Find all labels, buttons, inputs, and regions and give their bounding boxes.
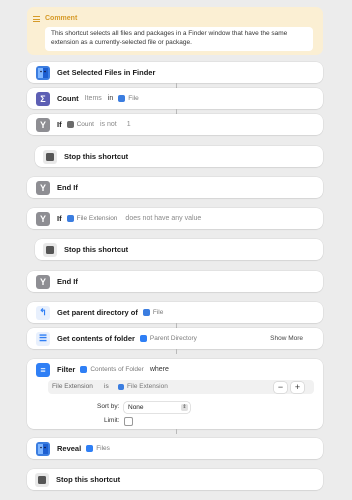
branch-icon: Y [36,274,50,289]
action-title: Count [57,94,79,103]
filter-icon: ≡ [36,362,50,377]
comment-text[interactable]: This shortcut selects all files and pack… [45,27,313,51]
action-count[interactable]: Σ Count Items in File [27,88,323,109]
action-title: Get parent directory of [57,308,138,317]
action-get-contents-of-folder[interactable]: ☰ Get contents of folder Parent Director… [27,328,323,349]
action-end-if[interactable]: Y End If [27,271,323,292]
finder-icon [36,65,50,80]
finder-icon [142,309,150,316]
comment-lines-icon [33,16,40,22]
connector [176,349,177,354]
action-get-parent-directory[interactable]: ↰ Get parent directory of File [27,302,323,323]
file-extension-token[interactable]: File Extension [66,215,117,222]
action-stop-shortcut[interactable]: Stop this shortcut [35,239,323,260]
files-token[interactable]: Files [86,445,110,452]
finder-icon [36,441,50,456]
action-title: End If [57,183,78,192]
action-reveal[interactable]: Reveal Files [27,438,323,459]
action-get-selected-files[interactable]: Get Selected Files in Finder [27,62,323,83]
comment-card[interactable]: Comment This shortcut selects all files … [27,7,323,55]
action-title: If [57,214,62,223]
rule-field[interactable]: File Extension [52,383,93,390]
action-stop-shortcut[interactable]: Stop this shortcut [27,469,323,490]
parent-directory-token[interactable]: Parent Directory [139,335,197,342]
condition-param[interactable]: does not have any value [125,215,201,222]
filter-icon [86,445,94,452]
value-param[interactable]: 1 [127,121,131,128]
where-label: where [149,366,169,373]
file-extension-token[interactable]: File Extension [118,383,168,390]
filter-rule-row: File Extension is File Extension − + [48,380,314,394]
branch-icon: Y [36,211,50,226]
show-more-button[interactable]: Show More [270,335,303,342]
list-icon [80,366,88,373]
action-title: Filter [57,365,76,374]
finder-icon [118,95,126,102]
chevron-updown-icon: ⇕ [181,404,188,411]
count-icon [66,121,74,128]
action-title: Get Selected Files in Finder [57,68,156,77]
action-stop-shortcut[interactable]: Stop this shortcut [35,146,323,167]
branch-icon: Y [36,180,50,195]
sort-by-label: Sort by: [97,403,120,410]
action-title: Stop this shortcut [64,152,129,161]
stop-icon [35,472,49,487]
remove-rule-button[interactable]: − [274,381,287,393]
arrow-up-icon [139,335,147,342]
finder-icon [118,383,124,390]
rule-operator[interactable]: is [104,383,109,390]
in-label: in [107,95,114,102]
list-icon: ☰ [36,331,50,346]
action-if-count[interactable]: Y If Count is not 1 [27,114,323,135]
file-token[interactable]: File [142,309,163,316]
limit-checkbox[interactable] [124,417,133,426]
count-type-param[interactable]: Items [85,95,102,102]
action-end-if[interactable]: Y End If [27,177,323,198]
stop-icon [43,242,57,257]
condition-param[interactable]: is not [100,121,117,128]
branch-icon: Y [36,117,50,132]
action-filter[interactable]: ≡ Filter Contents of Folder where File E… [27,359,323,429]
action-title: If [57,120,62,129]
action-if-file-extension[interactable]: Y If File Extension does not have any va… [27,208,323,229]
file-token[interactable]: File [118,95,139,102]
stop-icon [43,149,57,164]
action-title: Get contents of folder [57,334,135,343]
comment-title: Comment [45,15,78,22]
sort-by-select[interactable]: None ⇕ [124,402,190,413]
arrow-up-icon: ↰ [36,305,50,320]
action-title: Stop this shortcut [56,475,121,484]
connector [176,429,177,434]
limit-label: Limit: [104,417,120,424]
add-rule-button[interactable]: + [291,381,304,393]
action-title: End If [57,277,78,286]
contents-of-folder-token[interactable]: Contents of Folder [80,366,144,373]
action-title: Reveal [57,444,82,453]
finder-icon [66,215,74,222]
sigma-icon: Σ [36,91,50,106]
action-title: Stop this shortcut [64,245,129,254]
count-token[interactable]: Count [66,121,94,128]
